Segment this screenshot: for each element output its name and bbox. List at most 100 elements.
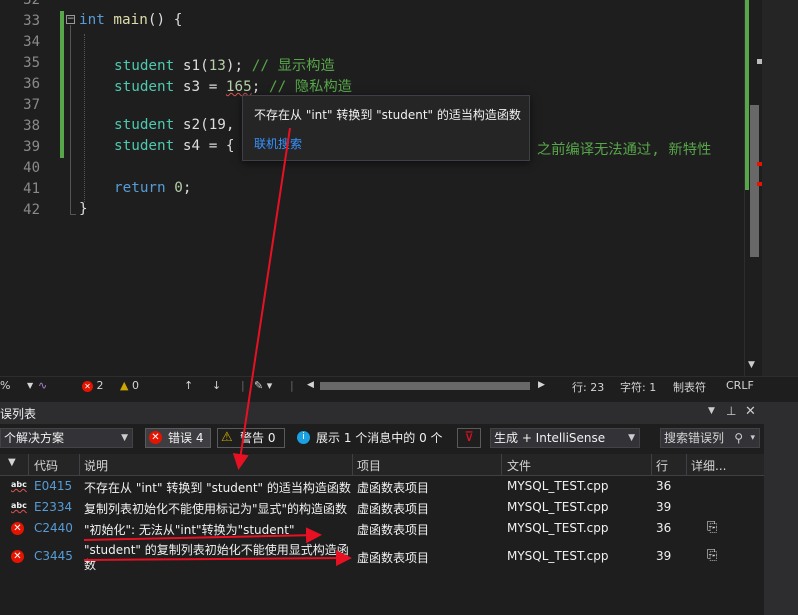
error-description: 复制列表初始化不能使用标记为"显式"的构造函数 xyxy=(84,502,348,516)
filter-icon[interactable]: ⊽ xyxy=(457,428,481,448)
error-description: "初始化": 无法从"int"转换为"student" xyxy=(84,523,295,537)
line-number: 36 xyxy=(23,76,40,92)
side-panel-edge xyxy=(762,0,798,376)
column-code[interactable]: 代码 xyxy=(34,457,58,474)
column-project[interactable]: 项目 xyxy=(357,457,381,474)
scope-select[interactable]: 个解决方案 ▼ xyxy=(0,428,133,448)
scroll-down-arrow-icon[interactable]: ▼ xyxy=(748,360,755,370)
line-number: 42 xyxy=(23,202,40,218)
fold-guide-end xyxy=(70,214,76,215)
horizontal-scrollbar-thumb[interactable] xyxy=(320,382,530,390)
error-code[interactable]: C2440 xyxy=(34,521,73,535)
table-row[interactable]: ✕ C3445 "student" 的复制列表初始化不能使用显式构造函 数 虚函… xyxy=(0,540,764,574)
code-line-36: student s3 = 165; // 隐私构造 xyxy=(114,79,352,95)
warnings-filter-button[interactable]: ⚠ 警告 0 xyxy=(217,428,285,448)
warning-icon: ▲ xyxy=(120,379,129,392)
line-number: 41 xyxy=(23,181,40,197)
line-ending-indicator[interactable]: CRLF xyxy=(726,379,754,392)
error-list-header: ▼ 代码 说明 项目 文件 行 详细... xyxy=(0,454,764,476)
code-line-39: student s4 = { xyxy=(114,138,235,154)
line-number: 38 xyxy=(23,118,40,134)
column-line[interactable]: 行 xyxy=(656,457,668,474)
fold-guide xyxy=(70,25,71,215)
line-indicator[interactable]: 行: 23 xyxy=(572,379,604,395)
zoom-level[interactable]: % xyxy=(0,379,10,392)
line-number: 32 xyxy=(23,0,40,8)
zoom-dropdown-icon[interactable]: ▼ xyxy=(27,381,33,390)
error-count-indicator[interactable]: ✕ 2 xyxy=(82,379,104,392)
line-number: 37 xyxy=(23,97,40,113)
vertical-scrollbar[interactable]: ▼ xyxy=(744,0,763,376)
tooltip-message: 不存在从 "int" 转换到 "student" 的适当构造函数 xyxy=(254,108,521,122)
errors-filter-button[interactable]: ✕ 错误 4 xyxy=(145,428,211,448)
close-icon[interactable]: ✕ xyxy=(745,404,756,419)
indent-guide xyxy=(84,34,86,202)
messages-filter-button[interactable]: i 展示 1 个消息中的 0 个 xyxy=(293,428,451,448)
line-number: 40 xyxy=(23,160,40,176)
line-number: 34 xyxy=(23,34,40,50)
error-description-cont: 数 xyxy=(84,558,97,572)
table-row[interactable]: ✕ C2440 "初始化": 无法从"int"转换为"student" 虚函数表… xyxy=(0,518,764,540)
error-description: "student" 的复制列表初始化不能使用显式构造函 xyxy=(84,543,349,557)
sort-icon[interactable]: ▼ xyxy=(8,457,16,468)
chevron-down-icon: ▼ xyxy=(628,433,635,443)
search-error-list-input[interactable]: 搜索错误列 ⚲ ▾ xyxy=(660,428,760,448)
line-number: 35 xyxy=(23,55,40,71)
error-icon: ✕ xyxy=(149,431,162,444)
scroll-left-arrow-icon[interactable]: ◀ xyxy=(307,380,314,390)
code-editor[interactable]: 32 33 34 35 36 37 38 39 40 41 42 − int m… xyxy=(0,0,798,376)
tab-mode-indicator[interactable]: 制表符 xyxy=(673,379,706,395)
search-icon: ⚲ xyxy=(734,431,743,445)
code-line-38: student s2(19, xyxy=(114,117,235,133)
next-issue-button[interactable]: ↓ xyxy=(212,379,221,392)
build-source-select[interactable]: 生成 + IntelliSense ▼ xyxy=(490,428,640,448)
error-list-panel: 误列表 ▼ ⊥ ✕ 个解决方案 ▼ ✕ 错误 4 ⚠ 警告 0 i 展示 1 个消息中的… xyxy=(0,402,764,615)
side-panel-edge xyxy=(764,402,798,615)
error-file: MYSQL_TEST.cpp xyxy=(507,521,609,535)
code-line-35: student s1(13); // 显示构造 xyxy=(114,58,335,74)
error-line: 39 xyxy=(656,500,672,514)
chevron-down-icon: ▾ xyxy=(750,433,755,443)
separator: | xyxy=(290,379,294,392)
error-project: 虚函数表项目 xyxy=(357,481,430,495)
table-row[interactable]: abc E0415 不存在从 "int" 转换到 "student" 的适当构造… xyxy=(0,476,764,497)
column-description[interactable]: 说明 xyxy=(84,457,108,474)
error-project: 虚函数表项目 xyxy=(357,502,430,516)
line-number: 33 xyxy=(23,13,40,29)
char-indicator[interactable]: 字符: 1 xyxy=(620,379,656,395)
show-details-icon[interactable]: ⎘ xyxy=(707,520,717,535)
quick-info-tooltip: 不存在从 "int" 转换到 "student" 的适当构造函数 联机搜索 xyxy=(242,95,530,161)
error-icon: ✕ xyxy=(11,550,24,563)
scroll-right-arrow-icon[interactable]: ▶ xyxy=(538,380,545,390)
table-row[interactable]: abc E2334 复制列表初始化不能使用标记为"显式"的构造函数 虚函数表项目… xyxy=(0,497,764,518)
error-file: MYSQL_TEST.cpp xyxy=(507,500,609,514)
warning-count-indicator[interactable]: ▲ 0 xyxy=(120,379,139,392)
change-indicator xyxy=(60,11,64,158)
warning-icon: ⚠ xyxy=(221,430,233,445)
error-icon: ✕ xyxy=(82,381,93,392)
error-code[interactable]: E0415 xyxy=(34,479,72,493)
panel-menu-dropdown-icon[interactable]: ▼ xyxy=(708,406,715,416)
error-list-toolbar: 个解决方案 ▼ ✕ 错误 4 ⚠ 警告 0 i 展示 1 个消息中的 0 个 ⊽ 生成 … xyxy=(0,426,764,454)
panel-title: 误列表 xyxy=(0,407,37,421)
column-file[interactable]: 文件 xyxy=(507,457,531,474)
editor-status-bar: % ▼ ∿ ✕ 2 ▲ 0 ↑ ↓ | ✎ ▾ | ◀ ▶ 行: 23 字符: … xyxy=(0,376,798,395)
error-project: 虚函数表项目 xyxy=(357,523,430,537)
error-project: 虚函数表项目 xyxy=(357,551,430,565)
error-code[interactable]: C3445 xyxy=(34,549,73,563)
error-line: 36 xyxy=(656,479,672,493)
error-code[interactable]: E2334 xyxy=(34,500,72,514)
separator: | xyxy=(241,379,245,392)
previous-issue-button[interactable]: ↑ xyxy=(184,379,193,392)
collapse-toggle[interactable]: − xyxy=(66,15,75,24)
pin-icon[interactable]: ⊥ xyxy=(726,404,736,418)
show-details-icon[interactable]: ⎘ xyxy=(707,548,717,563)
search-online-link[interactable]: 联机搜索 xyxy=(254,135,302,152)
error-file: MYSQL_TEST.cpp xyxy=(507,549,609,563)
copilot-icon[interactable]: ∿ xyxy=(38,379,47,392)
code-line-33: int main() { xyxy=(79,12,183,28)
error-icon: ✕ xyxy=(11,522,24,535)
column-details[interactable]: 详细... xyxy=(691,457,726,474)
scrollbar-thumb[interactable] xyxy=(750,105,759,257)
brush-icon[interactable]: ✎ ▾ xyxy=(254,379,272,392)
